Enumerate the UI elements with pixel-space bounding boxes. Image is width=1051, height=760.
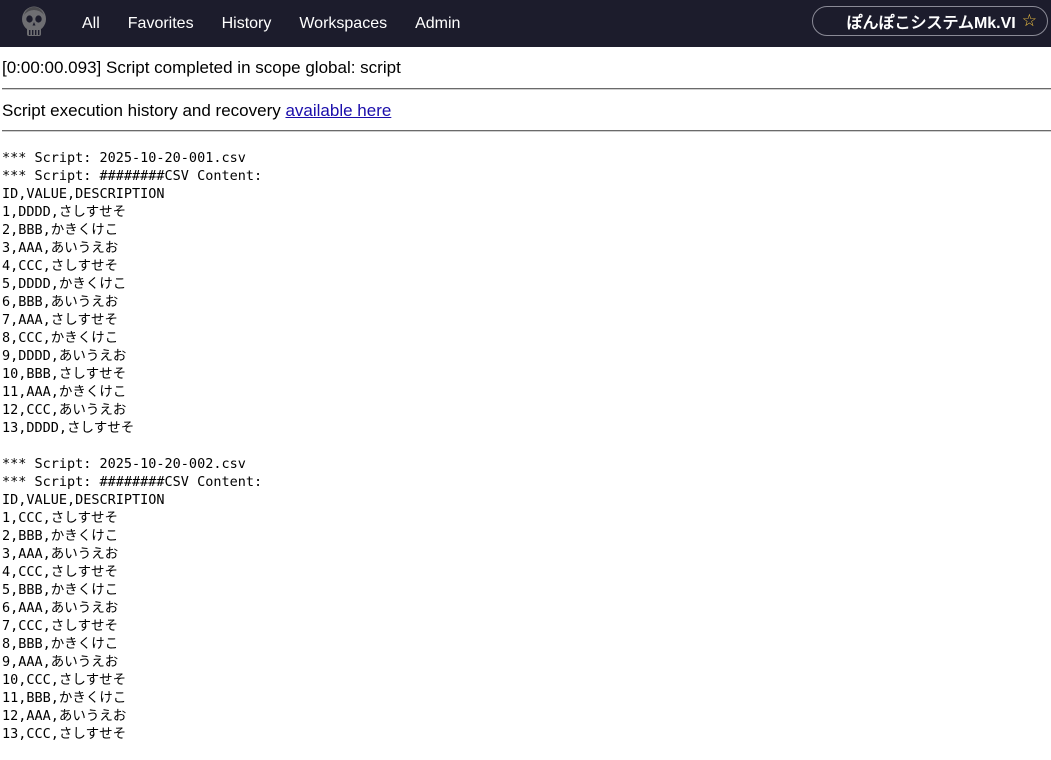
divider bbox=[2, 88, 1051, 90]
nav-link-favorites[interactable]: Favorites bbox=[128, 15, 194, 33]
nav-link-workspaces[interactable]: Workspaces bbox=[299, 15, 387, 33]
nav-link-all[interactable]: All bbox=[82, 15, 100, 33]
nav-link-history[interactable]: History bbox=[222, 15, 272, 33]
skull-logo-icon[interactable] bbox=[18, 5, 50, 41]
history-link[interactable]: available here bbox=[285, 101, 391, 120]
divider bbox=[2, 130, 1051, 132]
star-icon[interactable]: ☆ bbox=[1022, 11, 1037, 31]
main-content: [0:00:00.093] Script completed in scope … bbox=[2, 47, 1051, 743]
history-notice-text: Script execution history and recovery bbox=[2, 101, 286, 120]
script-status-message: [0:00:00.093] Script completed in scope … bbox=[2, 58, 401, 77]
nav-link-admin[interactable]: Admin bbox=[415, 15, 460, 33]
system-name-label: ぽんぽこシステムMk.VI bbox=[846, 15, 1016, 32]
system-name-button[interactable]: ぽんぽこシステムMk.VI ☆ bbox=[812, 6, 1048, 36]
nav-links: All Favorites History Workspaces Admin bbox=[82, 0, 488, 47]
top-navbar: All Favorites History Workspaces Admin ぽ… bbox=[0, 0, 1051, 47]
history-notice: Script execution history and recovery av… bbox=[2, 101, 1051, 121]
script-output-log: *** Script: 2025-10-20-001.csv *** Scrip… bbox=[2, 150, 263, 742]
